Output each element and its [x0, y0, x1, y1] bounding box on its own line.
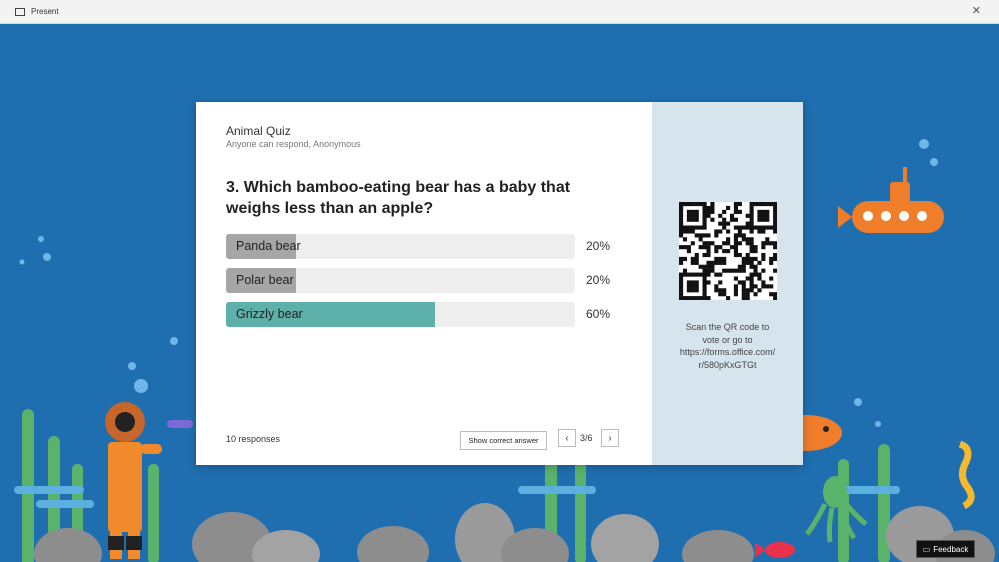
- show-correct-answer-button[interactable]: Show correct answer: [460, 431, 547, 450]
- close-icon[interactable]: ✕: [972, 4, 981, 17]
- present-icon: [15, 7, 25, 16]
- chevron-left-icon[interactable]: ‹: [558, 429, 576, 447]
- feedback-icon: ▭: [922, 544, 931, 554]
- quiz-subtitle: Anyone can respond, Anonymous: [226, 139, 361, 149]
- small-fish: [167, 420, 193, 428]
- option-percent: 20%: [586, 239, 611, 253]
- quiz-title: Animal Quiz: [226, 124, 291, 138]
- red-fish: [755, 542, 795, 558]
- title-bar: Present ✕: [0, 0, 999, 24]
- responses-count: 10 responses: [226, 434, 281, 444]
- option-label: Polar bear: [236, 273, 294, 287]
- qr-code-graphic: [679, 202, 778, 301]
- coral-ledges: [14, 486, 900, 508]
- octopus: [805, 476, 868, 543]
- option-panda-bear[interactable]: Panda bear: [226, 234, 575, 259]
- feedback-label: Feedback: [933, 544, 969, 554]
- qr-code: [679, 202, 778, 301]
- option-percent: 20%: [586, 273, 611, 287]
- scan-instructions: Scan the QR code to vote or go to https:…: [662, 321, 793, 371]
- submarine-illustration: [838, 167, 944, 233]
- option-polar-bear[interactable]: Polar bear: [226, 268, 575, 293]
- underwater-background: Animal Quiz Anyone can respond, Anonymou…: [0, 24, 999, 562]
- feedback-button[interactable]: ▭ Feedback: [916, 540, 975, 558]
- scan-line: vote or go to: [702, 334, 753, 345]
- option-label: Grizzly bear: [236, 307, 303, 321]
- scan-line: Scan the QR code to: [685, 322, 770, 332]
- option-grizzly-bear[interactable]: Grizzly bear: [226, 302, 575, 327]
- quiz-card: Animal Quiz Anyone can respond, Anonymou…: [196, 102, 803, 465]
- chevron-right-icon[interactable]: ›: [601, 429, 619, 447]
- seahorse: [958, 440, 975, 510]
- qr-panel: Scan the QR code to vote or go to https:…: [652, 102, 803, 465]
- scan-url-line[interactable]: r/580pKxGTGt: [662, 359, 793, 372]
- window-title: Present: [31, 7, 59, 16]
- scan-url-line[interactable]: https://forms.office.com/: [662, 346, 793, 359]
- question-text: 3. Which bamboo-eating bear has a baby t…: [226, 179, 571, 217]
- option-label: Panda bear: [236, 239, 301, 253]
- question-panel: Animal Quiz Anyone can respond, Anonymou…: [196, 102, 652, 465]
- option-percent: 60%: [586, 307, 611, 321]
- page-indicator: 3/6: [580, 433, 593, 443]
